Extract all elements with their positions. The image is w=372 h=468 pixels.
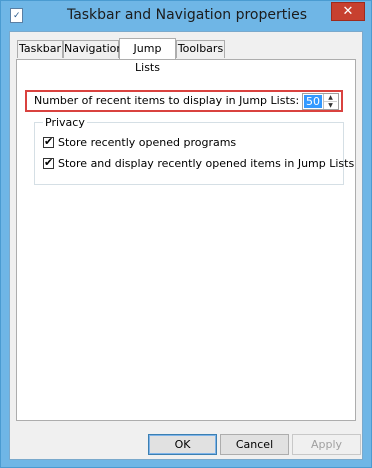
store-programs-option[interactable]: ✔ Store recently opened programs [43,135,237,149]
recent-items-value[interactable]: 50 [304,95,322,108]
recent-items-label: Number of recent items to display in Jum… [34,94,300,107]
apply-button[interactable]: Apply [292,434,361,455]
checkmark-icon: ✔ [44,135,54,148]
dialog-client-area: Taskbar Navigation Jump Lists Toolbars N… [9,31,363,460]
privacy-group-title: Privacy [43,116,87,129]
checkmark-icon: ✔ [44,156,54,169]
store-items-option[interactable]: ✔ Store and display recently opened items… [43,156,355,170]
title-bar[interactable]: ✓ Taskbar and Navigation properties ✕ [1,1,371,31]
spinner-buttons: ▲ ▼ [323,94,338,109]
store-programs-checkbox[interactable]: ✔ [43,135,54,148]
tab-navigation[interactable]: Navigation [63,40,123,58]
properties-window: ✓ Taskbar and Navigation properties ✕ Ta… [0,0,372,468]
recent-items-spinner[interactable]: 50 ▲ ▼ [302,93,339,110]
store-items-label: Store and display recently opened items … [58,157,355,170]
store-items-checkbox[interactable]: ✔ [43,156,54,169]
store-programs-label: Store recently opened programs [58,136,237,149]
privacy-groupbox [34,122,344,185]
spin-up-arrow-icon[interactable]: ▲ [324,94,337,102]
spin-down-arrow-icon[interactable]: ▼ [324,102,337,109]
ok-button[interactable]: OK [148,434,217,455]
tab-taskbar[interactable]: Taskbar [17,40,63,58]
close-button[interactable]: ✕ [331,2,365,21]
tab-toolbars[interactable]: Toolbars [176,40,225,58]
tab-jump-lists[interactable]: Jump Lists [119,38,176,74]
jump-lists-panel: Number of recent items to display in Jum… [16,59,356,421]
cancel-button[interactable]: Cancel [220,434,289,455]
window-title: Taskbar and Navigation properties [66,7,308,23]
